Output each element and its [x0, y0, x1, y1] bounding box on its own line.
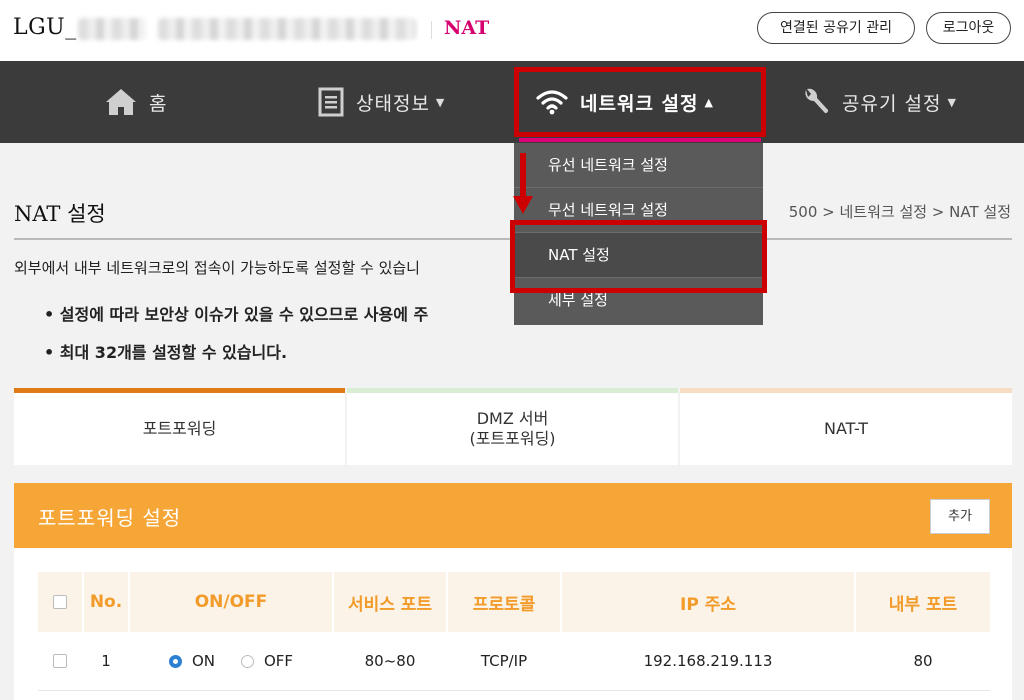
- panel-title: 포트포워딩 설정: [38, 506, 182, 530]
- page-description: 외부에서 내부 네트워크로의 접속이 가능하도록 설정할 수 있습니: [14, 259, 420, 277]
- page-title: NAT 설정: [14, 202, 106, 226]
- divider: [431, 21, 432, 39]
- column-header-service-port: 서비스 포트: [334, 572, 446, 632]
- menu-item-wired-network[interactable]: 유선 네트워크 설정: [514, 143, 763, 188]
- column-header-no: No.: [84, 572, 128, 632]
- panel-header: 포트포워딩 설정 추가: [14, 483, 1012, 548]
- column-header-protocol: 프로토콜: [448, 572, 560, 632]
- connected-devices-button[interactable]: 연결된 공유기 관리: [757, 12, 915, 44]
- nav-home[interactable]: 홈: [105, 61, 167, 143]
- highlight-box: [514, 67, 766, 137]
- notice-bullet: • 최대 32개를 설정할 수 있습니다.: [44, 343, 288, 362]
- divider: [38, 690, 990, 691]
- tab-nat-t[interactable]: NAT-T: [680, 388, 1012, 465]
- on-radio[interactable]: [168, 654, 182, 668]
- row-no: 1: [101, 652, 111, 670]
- caret-down-icon: ▼: [947, 95, 956, 109]
- caret-down-icon: ▼: [435, 95, 445, 109]
- add-button[interactable]: 추가: [930, 499, 990, 534]
- row-protocol: TCP/IP: [480, 652, 528, 670]
- row-checkbox[interactable]: [53, 654, 67, 668]
- nav-router-label: 공유기 설정: [842, 92, 942, 115]
- brand-name: LGU_: [13, 15, 77, 40]
- tab-label: DMZ 서버: [476, 409, 549, 428]
- row-internal-port: 80: [913, 652, 933, 670]
- annotation-arrow-head: [513, 196, 533, 214]
- active-nav-indicator: [519, 138, 761, 142]
- select-all-cell: [38, 572, 82, 632]
- tab-dmz[interactable]: DMZ 서버 (포트포워딩): [347, 388, 678, 465]
- nav-home-label: 홈: [149, 92, 168, 115]
- nav-router[interactable]: 공유기 설정 ▼: [800, 61, 956, 143]
- annotation-arrow: [520, 153, 526, 199]
- off-label: OFF: [263, 652, 294, 670]
- breadcrumb: 500 > 네트워크 설정 > NAT 설정: [788, 203, 1011, 221]
- notice-bullet: • 설정에 따라 보안상 이슈가 있을 수 있으므로 사용에 주: [44, 305, 429, 324]
- on-radio-option[interactable]: ON: [168, 652, 215, 670]
- table-row-select: [38, 640, 82, 682]
- tab-label: (포트포워딩): [469, 429, 556, 448]
- logout-button[interactable]: 로그아웃: [926, 12, 1011, 44]
- row-ip: 192.168.219.113: [643, 652, 773, 670]
- row-onoff: ON OFF: [130, 640, 332, 682]
- nav-status[interactable]: 상태정보 ▼: [318, 61, 444, 143]
- tab-port-forwarding[interactable]: 포트포워딩: [14, 388, 345, 465]
- model-label: NAT: [444, 17, 490, 39]
- home-icon: [105, 87, 137, 117]
- off-radio[interactable]: [240, 654, 254, 668]
- row-service-port: 80~80: [364, 652, 416, 670]
- main-nav: 홈 상태정보 ▼ 네트워크 설정 ▲ 공유기 설정 ▼: [0, 61, 1024, 143]
- highlight-box: [510, 220, 767, 293]
- document-icon: [318, 87, 344, 117]
- top-bar: LGU_ NAT 연결된 공유기 관리 로그아웃: [0, 0, 1024, 61]
- tab-label: 포트포워딩: [142, 419, 217, 438]
- tab-label: NAT-T: [823, 419, 869, 438]
- column-header-ip: IP 주소: [562, 572, 854, 632]
- redacted-text: [78, 18, 146, 40]
- on-label: ON: [191, 652, 215, 670]
- column-header-onoff: ON/OFF: [130, 572, 332, 632]
- nav-status-label: 상태정보: [356, 92, 430, 115]
- column-header-internal-port: 내부 포트: [856, 572, 990, 632]
- nat-tabs: 포트포워딩 DMZ 서버 (포트포워딩) NAT-T: [14, 388, 1012, 465]
- select-all-checkbox[interactable]: [53, 595, 67, 609]
- redacted-text: [158, 18, 416, 40]
- wrench-icon: [800, 87, 830, 117]
- off-radio-option[interactable]: OFF: [240, 652, 294, 670]
